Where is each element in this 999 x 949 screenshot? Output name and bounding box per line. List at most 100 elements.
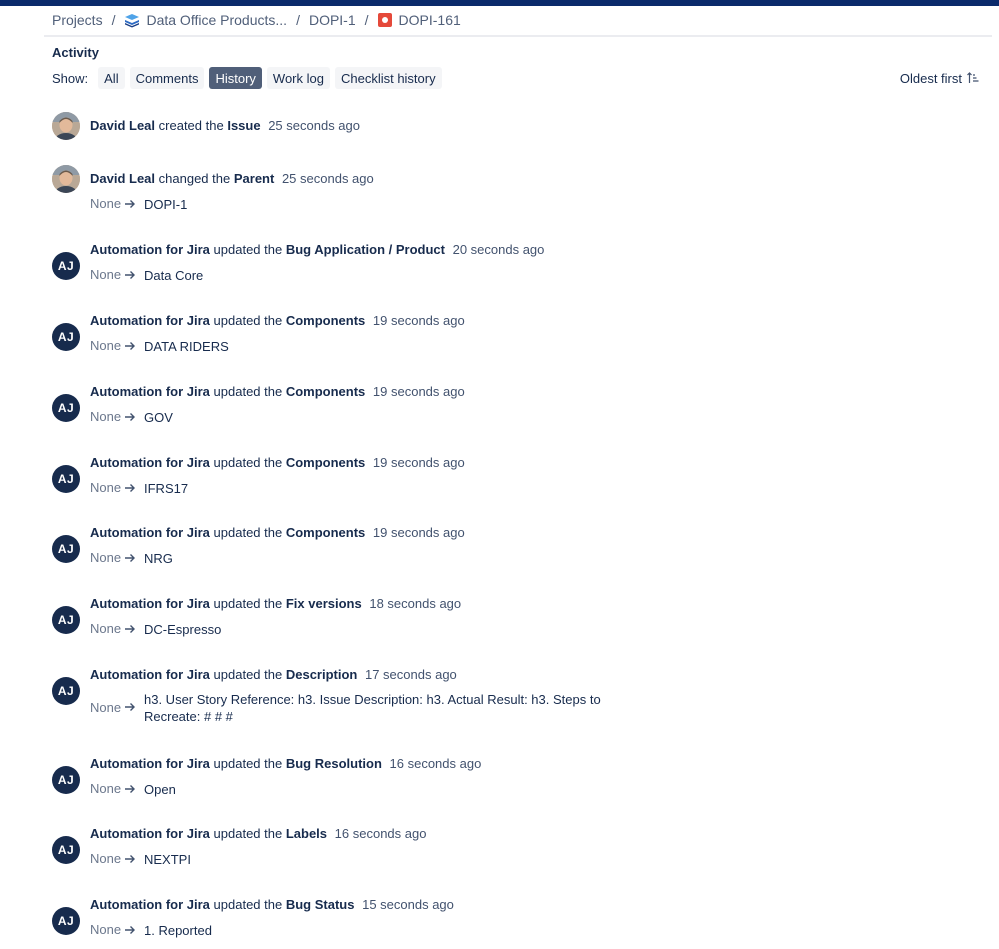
old-value: None — [90, 338, 122, 353]
entry-user-name[interactable]: Automation for Jira — [90, 384, 210, 399]
history-entry-summary: Automation for Jira updated the Componen… — [90, 455, 465, 470]
history-entry-summary: Automation for Jira updated the Componen… — [90, 313, 465, 328]
entry-user-name[interactable]: Automation for Jira — [90, 667, 210, 682]
automation-avatar[interactable]: AJ — [52, 836, 80, 864]
history-change-row: None GOV — [90, 409, 173, 426]
arrow-right-icon — [124, 701, 144, 716]
entry-timestamp[interactable]: 15 seconds ago — [362, 897, 454, 912]
filter-history-button[interactable]: History — [209, 67, 262, 89]
avatar-initials: AJ — [57, 472, 75, 486]
entry-field-name: Bug Application / Product — [285, 242, 445, 257]
history-change-row: None h3. User Story Reference: h3. Issue … — [90, 691, 614, 725]
entry-action: updated the — [213, 525, 283, 540]
automation-avatar[interactable]: AJ — [52, 465, 80, 493]
avatar-initials: AJ — [57, 259, 75, 273]
breadcrumb-project-link[interactable]: Data Office Products... — [146, 12, 287, 28]
user-avatar[interactable] — [52, 165, 80, 193]
automation-avatar[interactable]: AJ — [52, 766, 80, 794]
automation-avatar[interactable]: AJ — [52, 323, 80, 351]
automation-avatar[interactable]: AJ — [52, 907, 80, 935]
entry-action: updated the — [213, 596, 283, 611]
history-entry-summary: Automation for Jira updated the Bug Stat… — [90, 897, 454, 912]
entry-timestamp[interactable]: 19 seconds ago — [373, 384, 465, 399]
automation-avatar[interactable]: AJ — [52, 394, 80, 422]
arrow-right-icon — [124, 552, 144, 567]
entry-action: updated the — [213, 384, 283, 399]
filter-worklog-button[interactable]: Work log — [266, 67, 330, 89]
breadcrumb-projects-link[interactable]: Projects — [52, 12, 103, 28]
entry-user-name[interactable]: Automation for Jira — [90, 756, 210, 771]
entry-user-name[interactable]: Automation for Jira — [90, 826, 210, 841]
entry-user-name[interactable]: Automation for Jira — [90, 455, 210, 470]
arrow-right-icon — [124, 924, 144, 939]
breadcrumb-parent-link[interactable]: DOPI-1 — [309, 12, 356, 28]
history-change-row: None IFRS17 — [90, 480, 188, 497]
automation-avatar[interactable]: AJ — [52, 252, 80, 280]
entry-timestamp[interactable]: 25 seconds ago — [282, 171, 374, 186]
old-value: None — [90, 781, 122, 796]
history-change-row: None DATA RIDERS — [90, 338, 229, 355]
arrow-right-icon — [124, 783, 144, 798]
entry-field-name: Labels — [285, 826, 328, 841]
entry-timestamp[interactable]: 16 seconds ago — [335, 826, 427, 841]
breadcrumb-separator: / — [296, 12, 300, 28]
arrow-right-icon — [124, 411, 144, 426]
filter-comments-button[interactable]: Comments — [129, 67, 205, 89]
old-value: None — [90, 409, 122, 424]
filter-checklist-history-button[interactable]: Checklist history — [334, 67, 442, 89]
entry-action: changed the — [158, 171, 231, 186]
new-value: DOPI-1 — [144, 197, 188, 212]
automation-avatar[interactable]: AJ — [52, 606, 80, 634]
entry-field-name: Components — [285, 313, 366, 328]
entry-user-name[interactable]: David Leal — [90, 118, 155, 133]
history-entry-summary: Automation for Jira updated the Descript… — [90, 667, 457, 682]
arrow-right-icon — [124, 340, 144, 355]
entry-timestamp[interactable]: 17 seconds ago — [365, 667, 457, 682]
new-value: h3. User Story Reference: h3. Issue Desc… — [144, 692, 601, 724]
avatar-initials: AJ — [57, 843, 75, 857]
history-change-row: None Data Core — [90, 267, 203, 284]
arrow-right-icon — [124, 198, 144, 213]
entry-user-name[interactable]: Automation for Jira — [90, 313, 210, 328]
entry-action: updated the — [213, 897, 283, 912]
old-value: None — [90, 550, 122, 565]
arrow-right-icon — [124, 853, 144, 868]
user-avatar[interactable] — [52, 112, 80, 140]
entry-timestamp[interactable]: 18 seconds ago — [369, 596, 461, 611]
entry-timestamp[interactable]: 19 seconds ago — [373, 455, 465, 470]
entry-user-name[interactable]: Automation for Jira — [90, 242, 210, 257]
breadcrumb-issue-link[interactable]: DOPI-161 — [399, 12, 461, 28]
entry-action: updated the — [213, 667, 283, 682]
entry-field-name: Description — [285, 667, 358, 682]
avatar-initials: AJ — [57, 401, 75, 415]
sort-order-button[interactable]: Oldest first — [900, 67, 979, 89]
entry-timestamp[interactable]: 16 seconds ago — [390, 756, 482, 771]
entry-user-name[interactable]: David Leal — [90, 171, 155, 186]
filter-all-button[interactable]: All — [98, 67, 125, 89]
entry-user-name[interactable]: Automation for Jira — [90, 596, 210, 611]
breadcrumb: Projects / Data Office Products... / DOP… — [52, 10, 461, 30]
entry-user-name[interactable]: Automation for Jira — [90, 897, 210, 912]
history-entry-summary: David Leal changed the Parent 25 seconds… — [90, 171, 374, 186]
history-change-row: None DC-Espresso — [90, 621, 221, 638]
history-entry-summary: Automation for Jira updated the Bug Reso… — [90, 756, 481, 771]
entry-timestamp[interactable]: 25 seconds ago — [268, 118, 360, 133]
entry-field-name: Bug Status — [285, 897, 355, 912]
entry-action: updated the — [213, 455, 283, 470]
arrow-right-icon — [124, 482, 144, 497]
entry-user-name[interactable]: Automation for Jira — [90, 525, 210, 540]
breadcrumb-separator: / — [111, 12, 116, 28]
activity-heading: Activity — [52, 45, 99, 60]
automation-avatar[interactable]: AJ — [52, 677, 80, 705]
entry-timestamp[interactable]: 19 seconds ago — [373, 525, 465, 540]
entry-timestamp[interactable]: 19 seconds ago — [373, 313, 465, 328]
entry-timestamp[interactable]: 20 seconds ago — [453, 242, 545, 257]
sort-ascending-icon — [967, 72, 979, 83]
arrow-right-icon — [124, 269, 144, 284]
old-value: None — [90, 851, 122, 866]
avatar-initials: AJ — [57, 773, 75, 787]
automation-avatar[interactable]: AJ — [52, 535, 80, 563]
entry-field-name: Bug Resolution — [285, 756, 382, 771]
history-change-row: None NRG — [90, 550, 173, 567]
bug-issue-type-icon — [377, 13, 392, 27]
